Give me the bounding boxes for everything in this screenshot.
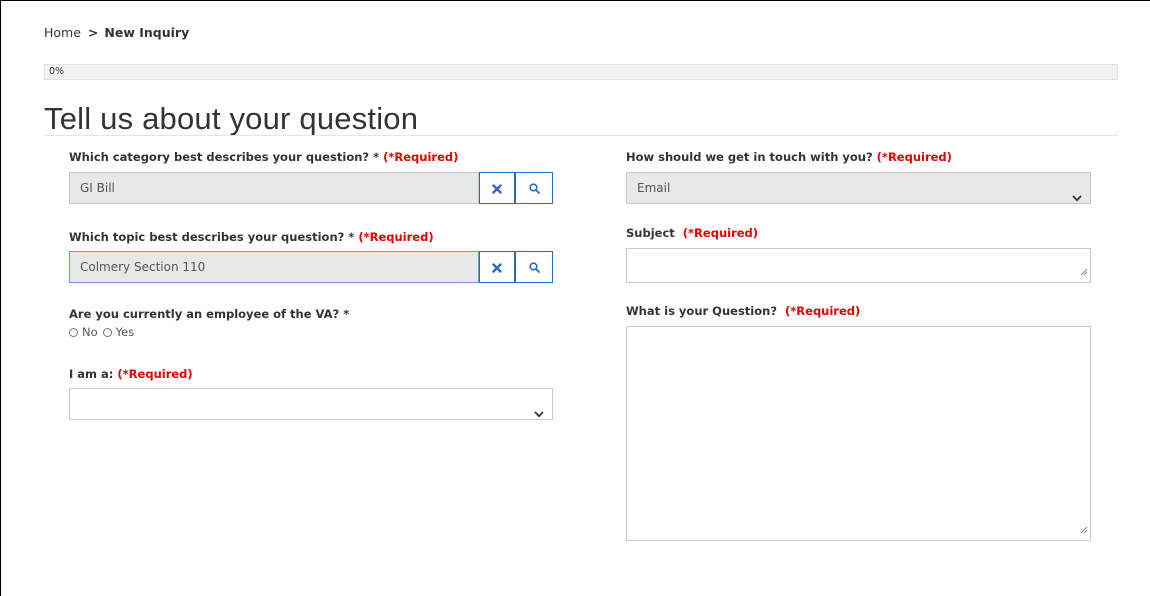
topic-search-button[interactable] <box>515 251 553 283</box>
employee-radio-yes[interactable]: Yes <box>102 325 135 339</box>
contact-method-label-text: How should we get in touch with you? <box>626 150 873 164</box>
i-am-required: (*Required) <box>117 367 193 381</box>
question-required: (*Required) <box>785 304 861 318</box>
category-label-text: Which category best describes your quest… <box>69 150 380 164</box>
contact-method-select[interactable]: Email <box>626 172 1091 204</box>
close-icon <box>492 179 502 198</box>
contact-method-value: Email <box>637 181 671 195</box>
contact-method-label: How should we get in touch with you? (*R… <box>626 150 952 164</box>
category-input[interactable]: GI Bill <box>69 172 479 204</box>
topic-label-text: Which topic best describes your question… <box>69 230 355 244</box>
question-label: What is your Question? (*Required) <box>626 304 860 318</box>
question-textarea[interactable] <box>626 326 1091 541</box>
breadcrumb-separator: > <box>87 25 99 40</box>
chevron-down-icon <box>534 399 544 429</box>
question-label-text: What is your Question? <box>626 304 777 318</box>
i-am-label-text: I am a: <box>69 367 114 381</box>
resize-handle-icon[interactable] <box>1080 261 1088 280</box>
i-am-select[interactable] <box>69 388 553 420</box>
window-border-left <box>0 0 1 596</box>
employee-label: Are you currently an employee of the VA?… <box>69 307 350 321</box>
category-clear-button[interactable] <box>479 172 515 204</box>
topic-input[interactable]: Colmery Section 110 <box>69 251 479 283</box>
employee-radio-group: No Yes <box>69 325 139 339</box>
employee-radio-no[interactable]: No <box>69 325 98 339</box>
chevron-down-icon <box>1072 183 1082 213</box>
contact-method-required: (*Required) <box>876 150 952 164</box>
employee-radio-no-label: No <box>82 325 98 339</box>
category-label: Which category best describes your quest… <box>69 150 458 164</box>
topic-clear-button[interactable] <box>479 251 515 283</box>
progress-bar: 0% <box>44 64 1118 80</box>
window-border-top <box>0 0 1150 1</box>
breadcrumb-current: New Inquiry <box>104 25 190 40</box>
breadcrumb-home-link[interactable]: Home <box>44 25 81 40</box>
radio-circle-icon[interactable] <box>102 327 112 337</box>
page-title: Tell us about your question <box>44 101 419 136</box>
subject-required: (*Required) <box>682 226 759 240</box>
subject-label: Subject (*Required) <box>626 226 758 240</box>
subject-input[interactable] <box>626 248 1091 283</box>
topic-label: Which topic best describes your question… <box>69 230 434 244</box>
subject-label-text: Subject <box>626 226 675 240</box>
category-search-button[interactable] <box>515 172 553 204</box>
topic-required: (*Required) <box>358 230 434 244</box>
search-icon <box>528 258 540 277</box>
resize-handle-icon[interactable] <box>1080 519 1088 538</box>
topic-lookup: Colmery Section 110 <box>69 251 553 283</box>
i-am-label: I am a: (*Required) <box>69 367 193 381</box>
search-icon <box>528 179 540 198</box>
breadcrumb: Home > New Inquiry <box>44 25 189 40</box>
close-icon <box>492 258 502 277</box>
category-required: (*Required) <box>383 150 459 164</box>
employee-radio-yes-label: Yes <box>115 325 135 339</box>
radio-circle-icon[interactable] <box>69 327 78 337</box>
title-divider <box>44 135 1118 136</box>
progress-label: 0% <box>49 66 65 77</box>
category-lookup: GI Bill <box>69 172 553 204</box>
